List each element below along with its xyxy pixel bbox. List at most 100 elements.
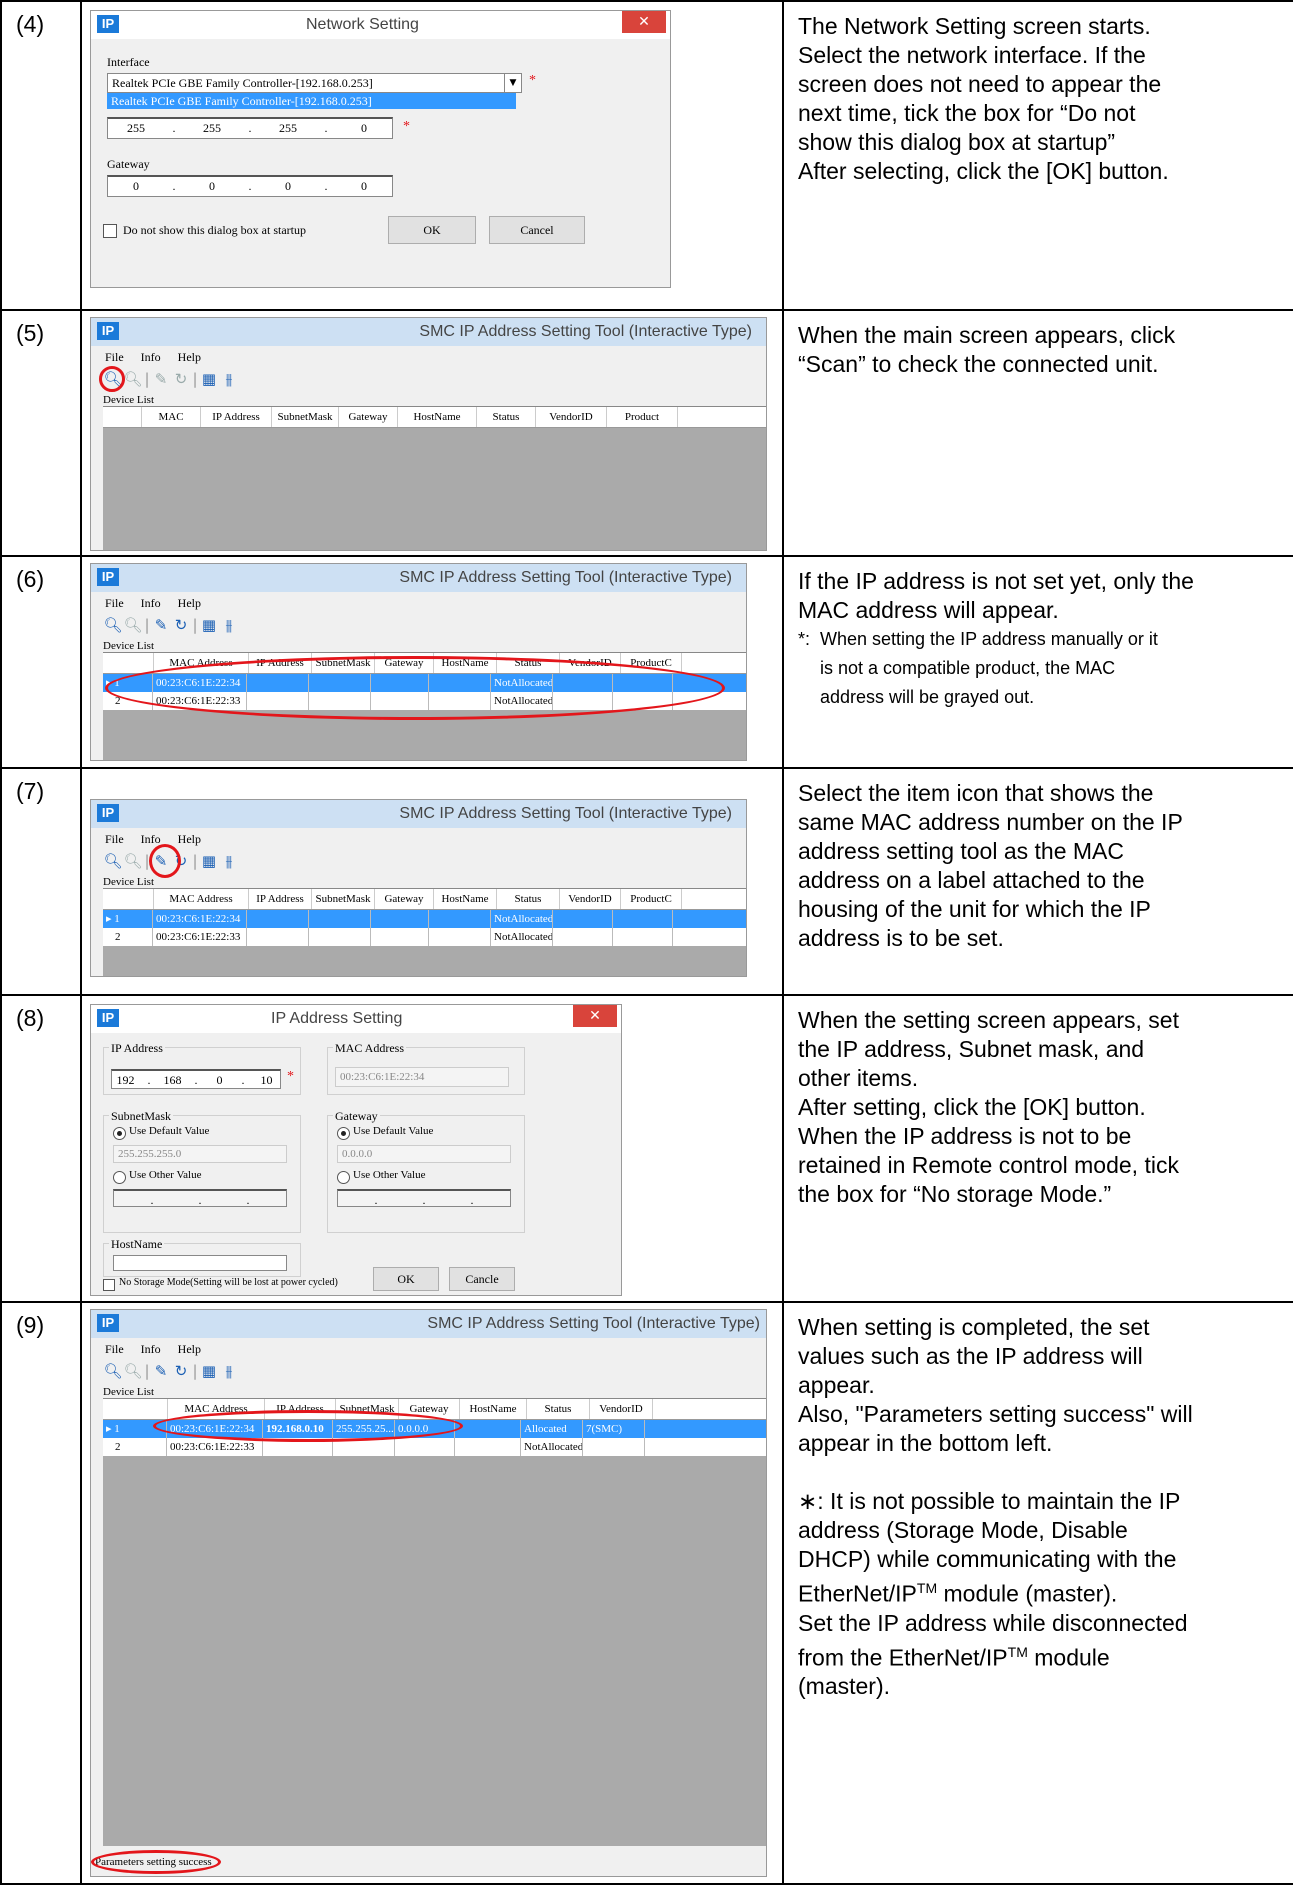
- column-header[interactable]: Status: [527, 1399, 590, 1419]
- interface-select[interactable]: Realtek PCIe GBE Family Controller-[192.…: [107, 73, 522, 93]
- ip-octet: .: [241, 1073, 245, 1087]
- scan-icon[interactable]: 🔍︎: [103, 616, 123, 634]
- grid-cell: [371, 928, 429, 946]
- column-header[interactable]: IP Address: [249, 889, 312, 909]
- ip-address-field[interactable]: 192. 168. 0. 10: [111, 1069, 281, 1089]
- edit-icon[interactable]: ✎: [151, 1362, 171, 1380]
- grid-cell: 2: [103, 1438, 167, 1456]
- ip-octet: .: [248, 121, 252, 135]
- menu-file[interactable]: File: [105, 1342, 124, 1356]
- column-header[interactable]: SubnetMask: [312, 889, 375, 909]
- search-disabled-icon[interactable]: 🔍︎: [123, 852, 143, 870]
- menu-info[interactable]: Info: [141, 350, 161, 364]
- scan-icon[interactable]: 🔍︎: [103, 1362, 123, 1380]
- menu-info[interactable]: Info: [141, 832, 161, 846]
- grid-cell: [395, 1438, 455, 1456]
- grid-icon[interactable]: ▦: [199, 616, 219, 634]
- table-row[interactable]: 2 00:23:C6:1E:22:33 NotAllocated: [103, 1438, 766, 1456]
- ok-button[interactable]: OK: [373, 1267, 439, 1291]
- column-header[interactable]: ProductC: [621, 889, 682, 909]
- column-header[interactable]: Gateway: [375, 889, 434, 909]
- column-header[interactable]: MAC Address: [154, 889, 249, 909]
- refresh-icon[interactable]: ↻: [171, 370, 191, 388]
- grid-cell: [553, 928, 613, 946]
- ip-octet: .: [374, 1193, 378, 1207]
- menu-help[interactable]: Help: [178, 350, 201, 364]
- column-header[interactable]: HostName: [434, 889, 497, 909]
- settings-icon[interactable]: ⫵: [219, 852, 239, 870]
- toolbar: 🔍︎ 🔍︎ | ✎ ↻ | ▦ ⫵: [103, 614, 239, 636]
- column-header[interactable]: MAC: [142, 407, 201, 427]
- dropdown-option[interactable]: Realtek PCIe GBE Family Controller-[192.…: [107, 93, 516, 109]
- desc-line: other items.: [798, 1065, 919, 1091]
- ok-button[interactable]: OK: [388, 216, 476, 244]
- settings-icon[interactable]: ⫵: [219, 616, 239, 634]
- step-row-5: (5) IP SMC IP Address Setting Tool (Inte…: [0, 309, 1293, 557]
- column-header[interactable]: Gateway: [339, 407, 398, 427]
- search-disabled-icon[interactable]: 🔍︎: [123, 616, 143, 634]
- table-row[interactable]: ▸ 1 00:23:C6:1E:22:34 NotAllocated: [103, 910, 746, 928]
- desc-text: module (master).: [937, 1580, 1118, 1607]
- gateway-other-field[interactable]: ...: [337, 1189, 511, 1207]
- refresh-icon[interactable]: ↻: [171, 616, 191, 634]
- search-disabled-icon[interactable]: 🔍︎: [123, 1362, 143, 1380]
- menu-help[interactable]: Help: [178, 1342, 201, 1356]
- edit-icon[interactable]: ✎: [151, 370, 171, 388]
- grid-icon[interactable]: ▦: [199, 1362, 219, 1380]
- window-titlebar: IP SMC IP Address Setting Tool (Interact…: [91, 318, 766, 346]
- gateway-default-radio[interactable]: [337, 1127, 350, 1140]
- desc-line: When the IP address is not to be: [798, 1123, 1132, 1149]
- status-cell: NotAllocated: [491, 928, 553, 946]
- close-button[interactable]: ✕: [622, 11, 666, 33]
- menu-info[interactable]: Info: [141, 596, 161, 610]
- step-description: The Network Setting screen starts. Select…: [784, 2, 1293, 186]
- subnet-other-field[interactable]: ...: [113, 1189, 287, 1207]
- column-header[interactable]: VendorID: [560, 889, 621, 909]
- desc-line: ∗: It is not possible to maintain the IP: [798, 1488, 1181, 1514]
- menu-file[interactable]: File: [105, 596, 124, 610]
- column-header[interactable]: HostName: [398, 407, 477, 427]
- close-button[interactable]: ✕: [573, 1005, 617, 1027]
- menu-help[interactable]: Help: [178, 596, 201, 610]
- edit-icon[interactable]: ✎: [151, 616, 171, 634]
- ip-octet: 0: [216, 1073, 223, 1087]
- cancel-button[interactable]: Cancel: [489, 216, 585, 244]
- app-logo-icon: IP: [97, 1009, 119, 1027]
- cancel-button[interactable]: Cancle: [449, 1267, 515, 1291]
- column-header[interactable]: Status: [497, 889, 560, 909]
- search-disabled-icon[interactable]: 🔍︎: [123, 370, 143, 388]
- gateway-other-radio[interactable]: [337, 1171, 350, 1184]
- column-header[interactable]: Product: [607, 407, 678, 427]
- desc-text: (master).: [798, 1673, 890, 1700]
- column-header[interactable]: HostName: [460, 1399, 527, 1419]
- menu-help[interactable]: Help: [178, 832, 201, 846]
- menu-file[interactable]: File: [105, 350, 124, 364]
- subnet-default-radio[interactable]: [113, 1127, 126, 1140]
- app-logo-icon: IP: [97, 15, 119, 33]
- chevron-down-icon[interactable]: ▼: [504, 74, 521, 92]
- ip-octet: [210, 1191, 238, 1206]
- settings-icon[interactable]: ⫵: [219, 370, 239, 388]
- column-header[interactable]: VendorID: [590, 1399, 653, 1419]
- desc-line: values such as the IP address will: [798, 1343, 1143, 1369]
- column-header[interactable]: SubnetMask: [272, 407, 339, 427]
- column-header[interactable]: IP Address: [201, 407, 272, 427]
- refresh-icon[interactable]: ↻: [171, 1362, 191, 1380]
- scan-icon[interactable]: 🔍︎: [103, 852, 123, 870]
- gateway-field[interactable]: 0. 0. 0. 0: [107, 175, 393, 197]
- startup-checkbox[interactable]: [103, 224, 117, 238]
- storage-mode-checkbox[interactable]: [103, 1279, 115, 1291]
- column-header[interactable]: VendorID: [536, 407, 607, 427]
- step-description: If the IP address is not set yet, only t…: [784, 557, 1293, 712]
- menu-info[interactable]: Info: [141, 1342, 161, 1356]
- subnet-other-radio[interactable]: [113, 1171, 126, 1184]
- column-header[interactable]: Status: [477, 407, 536, 427]
- settings-icon[interactable]: ⫵: [219, 1362, 239, 1380]
- menu-file[interactable]: File: [105, 832, 124, 846]
- grid-icon[interactable]: ▦: [199, 370, 219, 388]
- table-row[interactable]: 2 00:23:C6:1E:22:33 NotAllocated: [103, 928, 746, 946]
- desc-line: address setting tool as the MAC: [798, 838, 1124, 864]
- grid-icon[interactable]: ▦: [199, 852, 219, 870]
- hostname-input[interactable]: [113, 1255, 287, 1271]
- subnet-field[interactable]: 255. 255. 255. 0: [107, 117, 393, 139]
